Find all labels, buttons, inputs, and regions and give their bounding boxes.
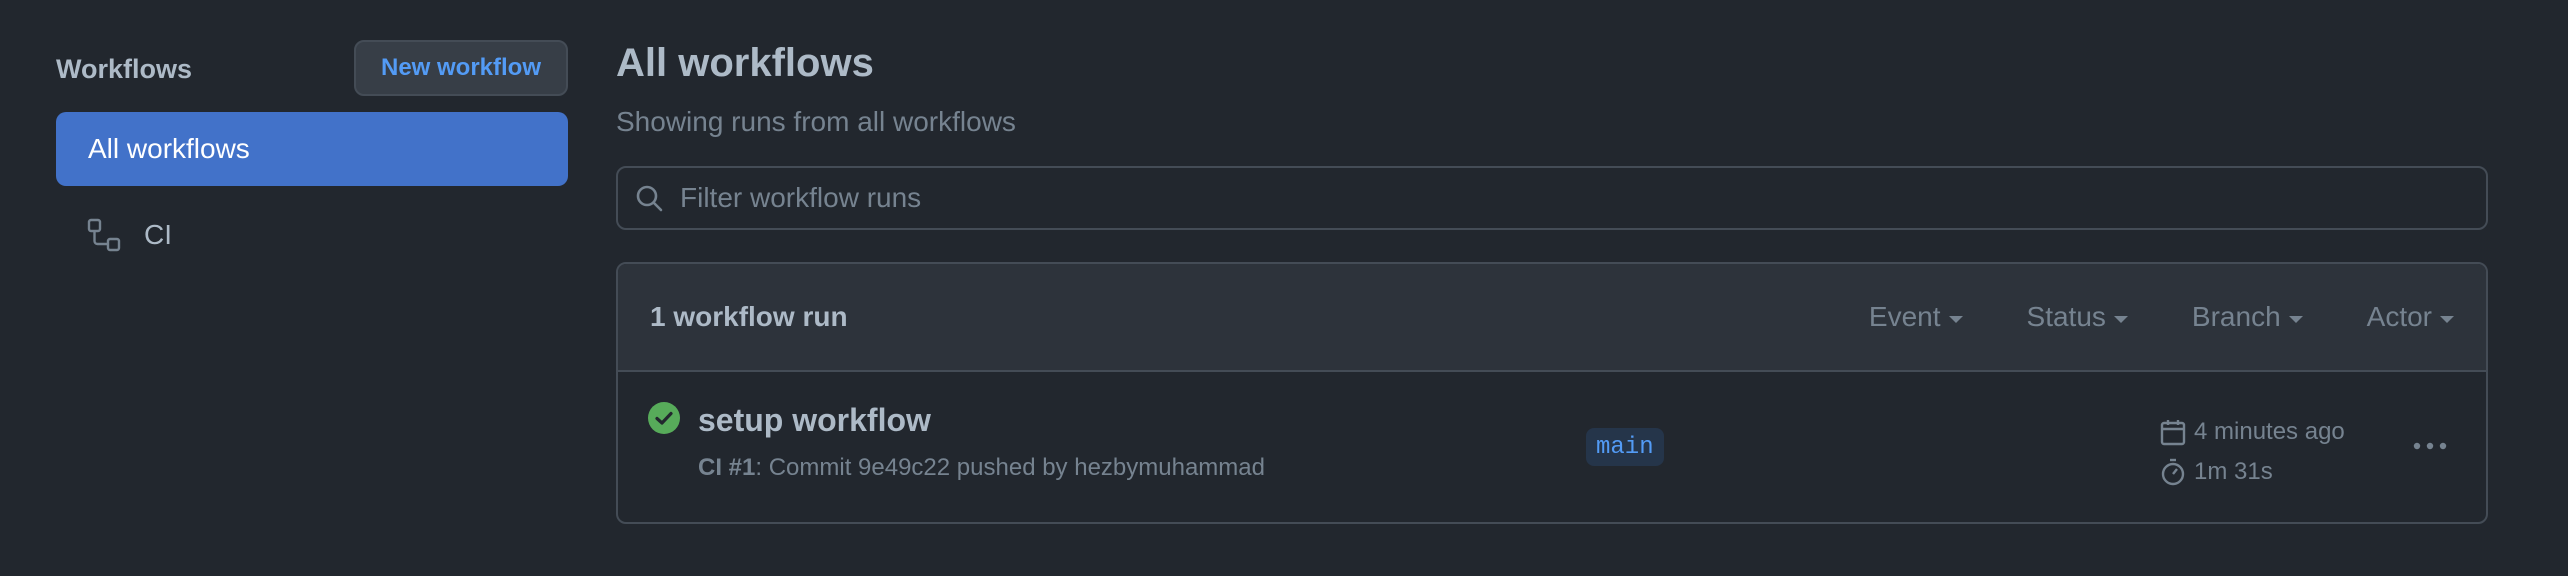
run-title-link[interactable]: setup workflow <box>698 402 931 439</box>
sidebar-item-label: CI <box>144 219 172 250</box>
run-meta: CI #1: Commit 9e49c22 pushed by hezbymuh… <box>698 454 1265 482</box>
branch-badge[interactable]: main <box>1586 428 1664 466</box>
runs-header: 1 workflow run Event Status Branch Actor <box>618 264 2486 372</box>
run-workflow-name: CI #1 <box>698 454 756 481</box>
filter-workflow-runs-input[interactable] <box>680 182 2486 214</box>
sidebar-item-ci[interactable]: CI <box>56 198 568 272</box>
branch-filter-dropdown[interactable]: Branch <box>2192 301 2303 333</box>
sidebar-item-label: All workflows <box>88 133 250 164</box>
workflow-run-row[interactable]: setup workflow CI #1: Commit 9e49c22 pus… <box>618 372 2486 522</box>
sidebar-title: Workflows <box>56 54 193 84</box>
search-icon <box>634 183 664 213</box>
workflow-icon <box>86 217 122 253</box>
event-filter-dropdown[interactable]: Event <box>1869 301 1963 333</box>
page-title: All workflows <box>616 41 874 85</box>
actions-page: Workflows New workflow All workflows CI … <box>0 0 2568 576</box>
run-meta-text: : Commit 9e49c22 pushed by hezbymuhammad <box>755 454 1265 481</box>
actor-filter-label: Actor <box>2366 301 2432 332</box>
success-check-icon <box>648 402 680 434</box>
sidebar-item-all-workflows[interactable]: All workflows <box>56 112 568 186</box>
stopwatch-icon <box>2161 458 2185 486</box>
main-content: All workflows Showing runs from all work… <box>616 40 2488 524</box>
status-filter-dropdown[interactable]: Status <box>2027 301 2128 333</box>
run-time-ago: 4 minutes ago <box>2158 412 2345 452</box>
actor-filter-dropdown[interactable]: Actor <box>2367 301 2454 333</box>
event-filter-label: Event <box>1868 301 1941 332</box>
caret-down-icon <box>2113 315 2128 323</box>
runs-count: 1 workflow run <box>650 301 848 332</box>
duration-text: 1m 31s <box>2194 458 2273 485</box>
workflow-runs-list: 1 workflow run Event Status Branch Actor… <box>616 262 2488 524</box>
caret-down-icon <box>2288 315 2303 323</box>
page-subtitle: Showing runs from all workflows <box>616 106 1016 137</box>
branch-filter-label: Branch <box>2191 301 2281 332</box>
sidebar-header: Workflows New workflow <box>56 40 568 98</box>
run-duration: 1m 31s <box>2158 452 2345 492</box>
new-workflow-button[interactable]: New workflow <box>354 40 568 96</box>
time-ago-text: 4 minutes ago <box>2194 418 2345 445</box>
runs-filters: Event Status Branch Actor <box>1805 301 2454 333</box>
workflows-sidebar: Workflows New workflow All workflows CI <box>56 40 568 252</box>
kebab-menu-icon[interactable] <box>2410 426 2450 466</box>
filter-box <box>616 166 2488 230</box>
run-time-info: 4 minutes ago 1m 31s <box>2158 412 2345 492</box>
caret-down-icon <box>2440 315 2454 323</box>
caret-down-icon <box>1948 315 1963 323</box>
status-filter-label: Status <box>2026 301 2106 332</box>
calendar-icon <box>2160 420 2186 446</box>
